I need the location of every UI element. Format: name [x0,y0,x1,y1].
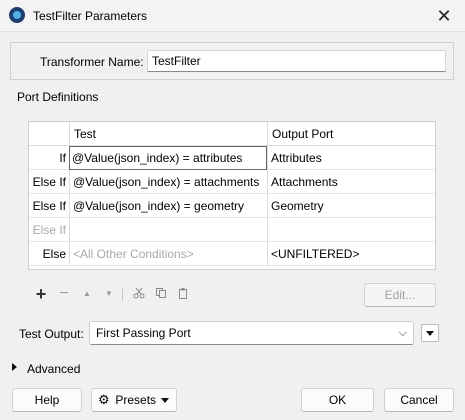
cut-icon[interactable] [130,285,148,303]
test-output-value: First Passing Port [96,326,191,340]
test-cell[interactable]: @Value(json_index) = attributes [69,146,267,170]
move-down-icon[interactable]: ▼ [100,285,118,303]
add-row-icon[interactable]: + [32,285,50,303]
row-label: Else [42,247,66,261]
expand-triangle-icon[interactable] [12,363,17,371]
test-cell: <All Other Conditions> [69,242,267,266]
move-up-icon[interactable]: ▲ [78,285,96,303]
output-port-cell[interactable]: Geometry [267,194,435,218]
table-row-empty[interactable]: Else If [29,218,435,242]
title-bar: TestFilter Parameters ✕ [0,0,465,32]
remove-row-icon[interactable]: − [55,285,73,303]
gear-icon: ⚙ [98,392,110,407]
close-icon[interactable]: ✕ [433,5,455,27]
paste-icon[interactable] [174,285,192,303]
table-row[interactable]: Else If @Value(json_index) = attachments… [29,170,435,194]
test-cell[interactable]: @Value(json_index) = geometry [69,194,267,218]
cancel-button[interactable]: Cancel [384,388,454,412]
output-port-cell[interactable]: Attributes [267,146,435,170]
output-port-cell[interactable] [267,218,435,242]
chevron-down-icon: ⌵ [398,327,407,339]
transformer-name-input[interactable]: TestFilter [147,50,446,72]
ok-button[interactable]: OK [301,388,374,412]
table-row[interactable]: Else If @Value(json_index) = geometry Ge… [29,194,435,218]
output-port-cell[interactable]: Attachments [267,170,435,194]
table-header: Test Output Port [29,122,435,146]
window-title: TestFilter Parameters [33,9,148,23]
test-output-select[interactable]: First Passing Port ⌵ [89,321,414,345]
output-port-cell[interactable]: <UNFILTERED> [267,242,435,266]
column-header-test[interactable]: Test [69,122,267,146]
row-label: Else If [32,223,66,237]
presets-label: Presets [115,393,157,407]
toolbar-separator [122,287,123,301]
presets-button[interactable]: ⚙ Presets [91,388,177,412]
transformer-name-section: Transformer Name: TestFilter [10,42,454,80]
table-row-else[interactable]: Else <All Other Conditions> <UNFILTERED> [29,242,435,266]
row-label: Else If [32,199,66,213]
port-definitions-table: Test Output Port If @Value(json_index) =… [28,121,436,270]
row-label: Else If [32,175,66,189]
app-icon [9,7,25,23]
row-label: If [59,151,66,165]
test-output-menu-button[interactable] [421,324,439,342]
column-header-output-port[interactable]: Output Port [267,122,435,146]
copy-icon[interactable] [152,285,170,303]
transformer-name-label: Transformer Name: [40,55,144,69]
port-definitions-title: Port Definitions [17,90,99,104]
edit-button[interactable]: Edit... [364,283,436,307]
help-button[interactable]: Help [12,388,82,412]
test-cell[interactable]: @Value(json_index) = attachments [69,170,267,194]
test-cell[interactable] [69,218,267,242]
advanced-label[interactable]: Advanced [27,362,80,376]
table-row[interactable]: If @Value(json_index) = attributes Attri… [29,146,435,170]
test-output-label: Test Output: [19,327,84,341]
dropdown-triangle-icon [161,398,169,403]
